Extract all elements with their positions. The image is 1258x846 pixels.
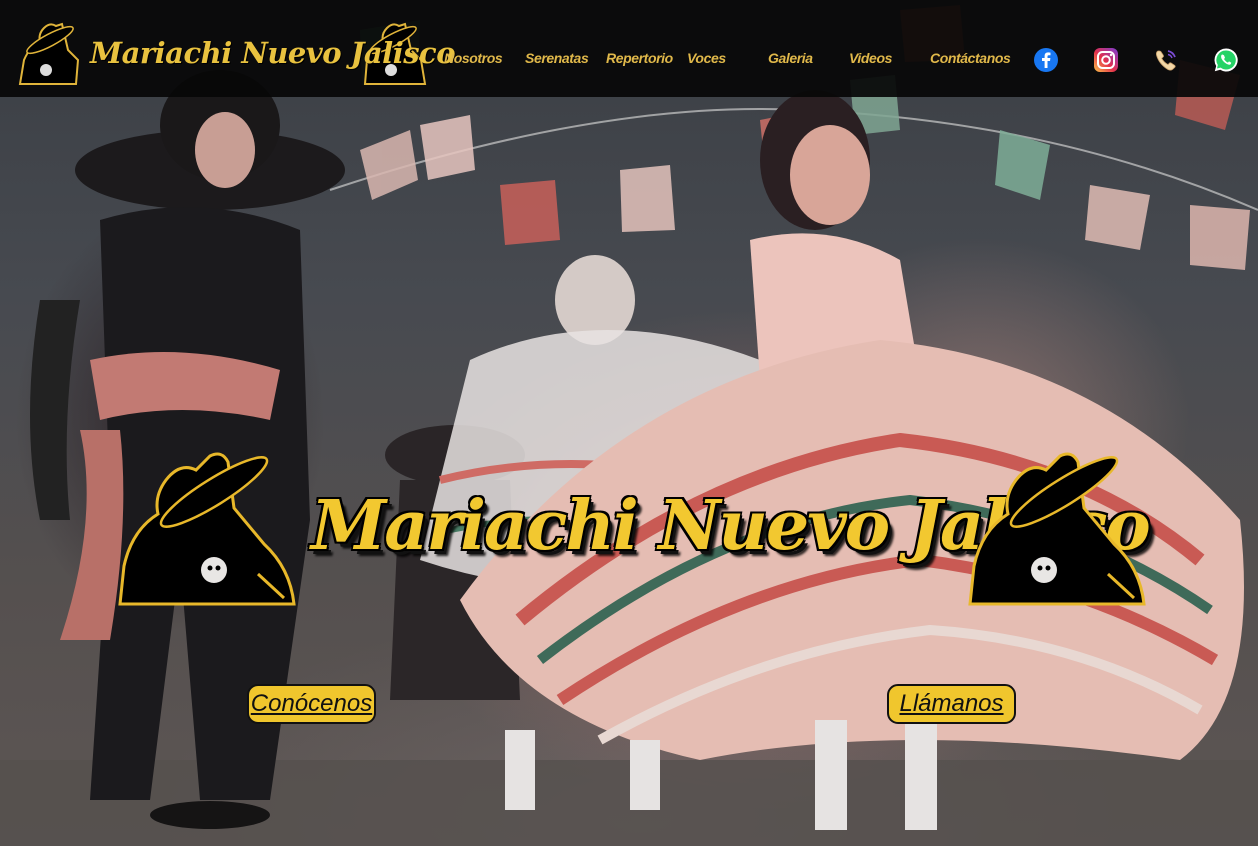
mariachi-silhouette-large-right-icon bbox=[968, 452, 1146, 606]
hero-logo: Mariachi Nuevo Jalisco bbox=[118, 448, 1151, 608]
llamanos-button[interactable]: Llámanos bbox=[887, 684, 1016, 724]
nav-repertorio[interactable]: Repertorio bbox=[606, 50, 673, 66]
instagram-icon[interactable] bbox=[1093, 47, 1119, 73]
nav-videos[interactable]: Videos bbox=[849, 50, 892, 66]
logo-text: Mariachi Nuevo Jalisco bbox=[90, 36, 456, 70]
header-logo[interactable]: Mariachi Nuevo Jalisco bbox=[10, 20, 456, 86]
whatsapp-icon[interactable] bbox=[1213, 47, 1239, 73]
nav-serenatas[interactable]: Serenatas bbox=[525, 50, 589, 66]
nav-nosotros[interactable]: Nosotros bbox=[444, 50, 503, 66]
dancers-photo bbox=[0, 5, 1258, 846]
facebook-icon[interactable] bbox=[1033, 47, 1059, 73]
nav-contactanos[interactable]: Contáctanos bbox=[930, 50, 1011, 66]
site-header: Mariachi Nuevo Jalisco Nosotros Serenata… bbox=[0, 0, 1258, 97]
phone-icon[interactable] bbox=[1153, 47, 1179, 73]
nav-galeria[interactable]: Galeria bbox=[768, 50, 813, 66]
nav-voces[interactable]: Voces bbox=[687, 50, 726, 66]
mariachi-silhouette-large-left-icon bbox=[118, 452, 296, 606]
conocenos-button[interactable]: Conócenos bbox=[247, 684, 376, 724]
mariachi-silhouette-left-icon bbox=[18, 22, 80, 85]
hero-background bbox=[0, 0, 1258, 846]
